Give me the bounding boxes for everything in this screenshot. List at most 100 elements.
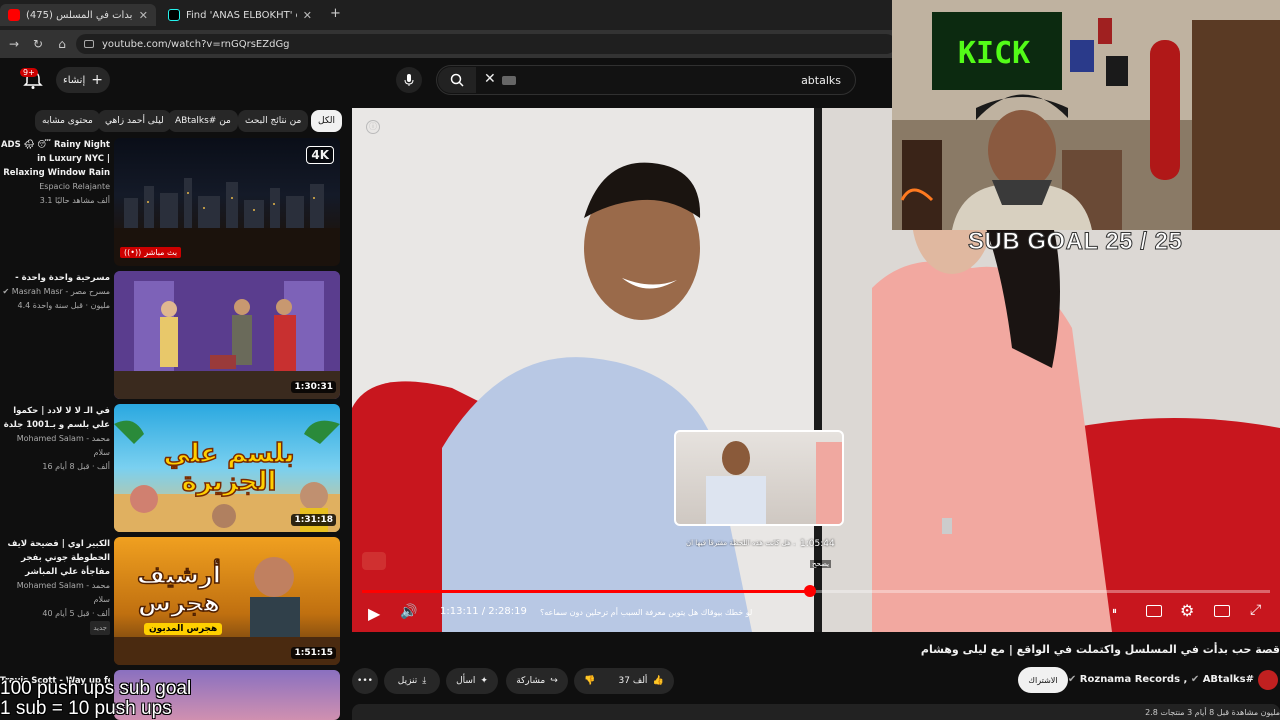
site-info-icon[interactable] — [84, 40, 94, 48]
more-actions-button[interactable]: ••• — [352, 668, 378, 694]
channel-label: Masrah Masr - مسرح مصر — [11, 287, 110, 296]
video-meta: في الـ لا لا لادد | حكموا علي بلسم و بـ1… — [0, 404, 110, 474]
ask-label: اسأل — [456, 676, 476, 686]
channel-name[interactable]: Mohamed Salam - محمد سلام — [0, 432, 110, 460]
pause-chip-icon[interactable]: ⏸ — [1112, 606, 1117, 617]
search-box[interactable]: abtalks — [436, 65, 856, 95]
search-icon — [450, 73, 464, 87]
time-display: 1:13:11 / 2:28:19 — [440, 606, 527, 617]
volume-icon[interactable]: 🔊 — [400, 604, 417, 620]
progress-played — [362, 590, 810, 593]
settings-gear-icon[interactable]: ⚙ — [1180, 601, 1194, 620]
info-icon[interactable]: ⓘ — [366, 120, 380, 134]
channel-name[interactable]: Mohamed Salam - محمد سلام — [0, 579, 110, 607]
chip-from-search[interactable]: من نتائج البحث — [238, 110, 309, 132]
verified-icon: ✔ — [1190, 674, 1200, 685]
stage-play-image — [114, 271, 340, 399]
sub-goal-counter: SUB GOAL 25 / 25 — [967, 228, 1183, 256]
video-title[interactable]: في الـ لا لا لادد | حكموا علي بلسم و بـ1… — [0, 404, 110, 432]
share-button[interactable]: مشاركة ↪ — [506, 668, 568, 694]
kick-sign: KICK — [958, 36, 1031, 71]
recommendation-card[interactable]: 4K ((•)) بث مباشر ADS 🌧 😴 Rainy Night in … — [0, 138, 340, 266]
clear-search-icon[interactable]: ✕ — [484, 71, 496, 87]
recommendation-card[interactable]: أرشيف هجرس هجرس المدبون 1:51:15 الكبير ا… — [0, 537, 340, 665]
preview-subtitle: يصحح — [810, 560, 832, 568]
pushup-goal-line2: 1 sub = 10 push ups — [0, 698, 172, 719]
video-thumbnail[interactable]: أرشيف هجرس هجرس المدبون 1:51:15 — [114, 537, 340, 665]
new-badge: جديد — [90, 621, 110, 635]
like-icon[interactable]: 👍 — [652, 676, 663, 686]
chip-from-abtalks[interactable]: ABtalks# من — [168, 110, 238, 132]
subtitles-icon[interactable] — [1146, 605, 1162, 617]
video-title[interactable]: مسرحية واحدة واحدة - مسرح مصر — [0, 271, 110, 285]
forward-icon[interactable]: → — [2, 37, 26, 51]
video-meta: ADS 🌧 😴 Rainy Night in Luxury NYC | Rela… — [0, 138, 110, 208]
channel-name[interactable]: ✔ Masrah Masr - مسرح مصر — [0, 285, 110, 299]
verified-icon: ✔ — [2, 287, 10, 296]
voice-search-button[interactable] — [396, 67, 422, 93]
tiktok-favicon-icon — [168, 9, 180, 21]
tab-tiktok[interactable]: Find 'ANAS ELBOKHT' on TikTok ✕ — [160, 4, 320, 26]
new-tab-button[interactable]: + — [330, 6, 341, 21]
chip-related[interactable]: محتوى مشابه — [35, 110, 100, 132]
url-field[interactable]: youtube.com/watch?v=rnGQrsEZdGg — [76, 34, 896, 54]
channel-name[interactable]: Espacio Relajante — [0, 180, 110, 194]
like-dislike-group: 👎 37 ألف 👍 — [574, 668, 674, 694]
channel-name[interactable]: ABtalks# — [1203, 674, 1254, 685]
view-stats: 4.4 مليون · قبل سنة واحدة — [17, 301, 110, 310]
chapter-title[interactable]: لو خطك بيوقاك هل يتوين معرفة السبب أم تر… — [540, 608, 752, 617]
view-stats: 16 ألف · قبل 8 أيام — [42, 462, 110, 471]
play-icon[interactable]: ▶ — [368, 604, 380, 623]
live-icon: ((•)) — [124, 248, 142, 257]
collab-channel-name[interactable]: Roznama Records — [1080, 674, 1180, 685]
recommendation-card[interactable]: 1:30:31 مسرحية واحدة واحدة - مسرح مصر ✔ … — [0, 271, 340, 399]
subscribe-button[interactable]: الاشتراك — [1018, 667, 1068, 693]
sparkle-icon: ✦ — [480, 676, 488, 686]
video-title[interactable]: ADS 🌧 😴 Rainy Night in Luxury NYC | Rela… — [0, 138, 110, 180]
notification-count-badge: 9+ — [20, 68, 38, 77]
webcam-overlay: KICK — [892, 0, 1280, 230]
keyboard-icon[interactable] — [502, 76, 516, 85]
more-icon: ••• — [357, 676, 373, 686]
tab-youtube[interactable]: (475) قصة حب بدأت في المسلس ✕ — [0, 4, 156, 26]
chip-all[interactable]: الكل — [311, 110, 343, 132]
reload-icon[interactable]: ↻ — [26, 37, 50, 51]
poster-title: بلسم علي الجزيرة — [163, 439, 295, 497]
description-box[interactable] — [352, 704, 1280, 720]
view-stats: 40 ألف · قبل 5 أيام — [42, 609, 110, 618]
video-meta: الكبير اوي | فضيحة لايف الحطوطة جوني بفج… — [0, 537, 110, 635]
download-label: تنزيل — [397, 676, 418, 686]
dislike-icon[interactable]: 👎 — [584, 676, 595, 686]
download-button[interactable]: تنزيل ⤓ — [384, 668, 440, 694]
create-button[interactable]: إنشاء + — [56, 67, 110, 93]
miniplayer-icon[interactable] — [1214, 605, 1230, 617]
webcam-feed-image — [892, 0, 1280, 230]
preview-title: هل كانت هذه اللحظة مفترقاً فيها ان ... — [686, 539, 796, 547]
home-icon[interactable]: ⌂ — [50, 37, 74, 51]
share-label: مشاركة — [516, 676, 546, 686]
ask-button[interactable]: اسأل ✦ — [446, 668, 498, 694]
verified-icon: ✔ — [1067, 674, 1077, 685]
video-duration: 1:51:15 — [291, 647, 336, 659]
video-thumbnail[interactable]: 1:30:31 — [114, 271, 340, 399]
recommendation-card[interactable]: بلسم علي الجزيرة 1:31:18 في الـ لا لا لا… — [0, 404, 340, 532]
tab-title: (475) قصة حب بدأت في المسلس — [26, 9, 133, 21]
video-thumbnail[interactable]: 4K ((•)) بث مباشر — [114, 138, 340, 266]
channel-info[interactable]: ✔ Roznama Records , ✔ ABtalks# — [1068, 674, 1254, 685]
chip-laila[interactable]: ليلى أحمد زاهي — [98, 110, 171, 132]
like-count: 37 ألف — [618, 676, 648, 686]
preview-thumbnail-image — [706, 441, 842, 524]
search-button[interactable] — [438, 67, 476, 93]
video-thumbnail[interactable]: بلسم علي الجزيرة 1:31:18 — [114, 404, 340, 532]
plus-icon: + — [91, 72, 103, 88]
video-title[interactable]: الكبير اوي | فضيحة لايف الحطوطة جوني بفج… — [0, 537, 110, 579]
fullscreen-icon[interactable]: ⤢ — [1250, 602, 1261, 618]
channel-avatar[interactable] — [1258, 670, 1278, 690]
close-tab-icon[interactable]: ✕ — [303, 9, 312, 22]
url-text: youtube.com/watch?v=rnGQrsEZdGg — [102, 38, 290, 50]
video-title: قصة حب بدأت في المسلسل واكتملت في الواقع… — [920, 643, 1280, 656]
search-input[interactable]: abtalks — [801, 74, 841, 87]
4k-badge: 4K — [306, 146, 334, 164]
close-tab-icon[interactable]: ✕ — [139, 9, 148, 22]
video-duration: 1:31:18 — [291, 514, 336, 526]
